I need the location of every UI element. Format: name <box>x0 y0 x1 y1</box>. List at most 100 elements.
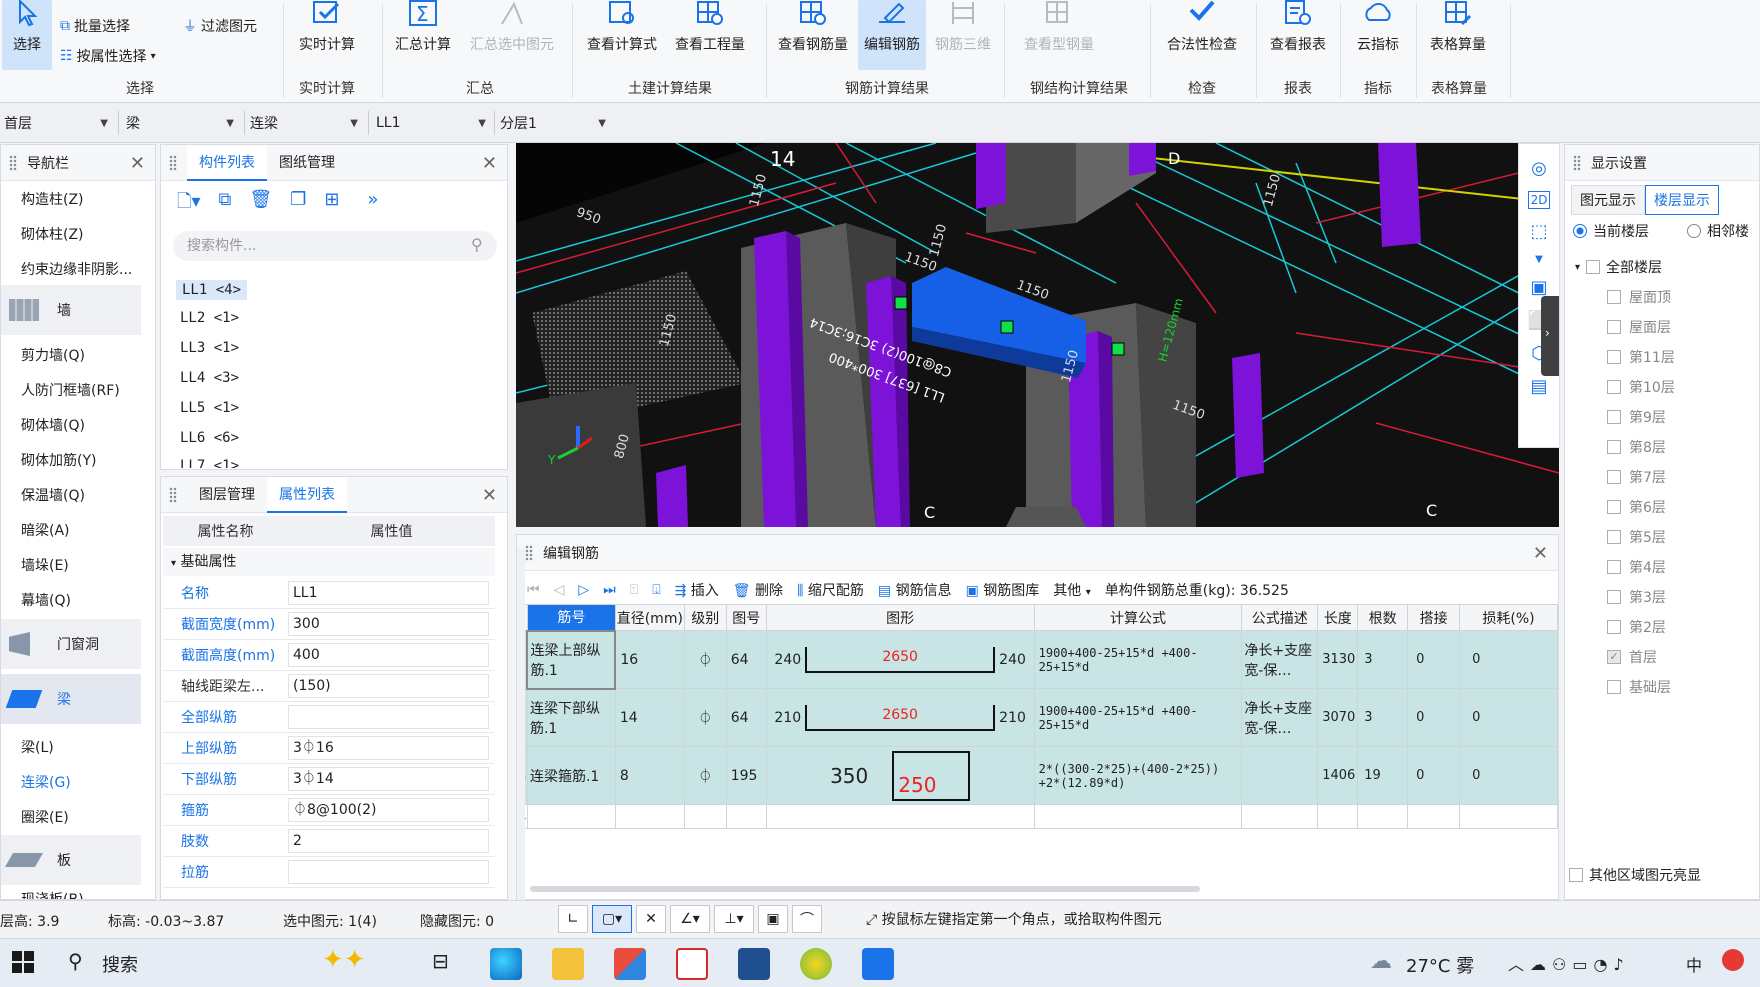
radio-current-floor[interactable]: 当前楼层 <box>1573 221 1649 241</box>
layer-copy-icon[interactable]: ⊞ <box>324 189 339 219</box>
tab-drawing-management[interactable]: 图纸管理 <box>267 145 347 181</box>
floor-item[interactable]: 第5层 <box>1607 527 1666 547</box>
rebar-name-cell[interactable]: 连梁下部纵筋.1 <box>526 688 616 747</box>
property-row[interactable]: 截面宽度(mm) 300 <box>163 609 495 640</box>
component-search-input[interactable]: 搜索构件... <box>173 231 497 261</box>
view-report-button[interactable]: 查看报表 <box>1262 0 1334 70</box>
nav-category-door[interactable]: 门窗洞 <box>1 619 141 669</box>
col-header[interactable]: 公式描述 <box>1241 604 1319 631</box>
nav-category-wall[interactable]: 墙 <box>1 285 141 335</box>
wps-icon[interactable] <box>676 948 708 980</box>
cloud-index-button[interactable]: 云指标 <box>1346 0 1410 70</box>
radio-adjacent-floor[interactable]: 相邻楼 <box>1687 221 1749 241</box>
ime-indicator[interactable]: 中 <box>1686 952 1702 976</box>
diameter-cell[interactable]: 8 <box>614 746 685 805</box>
checkbox[interactable] <box>1586 260 1601 274</box>
figure-cell[interactable]: 195 <box>725 746 767 805</box>
shape-cell[interactable] <box>765 804 1035 829</box>
list-item[interactable]: LL2 <1> <box>180 310 239 326</box>
checkbox[interactable]: ✓ <box>1607 650 1621 664</box>
shape-cell[interactable]: 240 2650 240 <box>765 630 1035 689</box>
nav-item[interactable]: 砌体柱(Z) <box>21 224 84 244</box>
formula-cell[interactable]: 1900+400-25+15*d +400-25+15*d <box>1033 630 1243 689</box>
nav-item[interactable]: 构造柱(Z) <box>21 189 84 209</box>
nav-item[interactable]: 人防门框墙(RF) <box>21 380 120 400</box>
sparkle-icon[interactable]: ✦✦ <box>322 945 366 975</box>
search-icon[interactable]: ⚲ <box>471 235 483 254</box>
lap-cell[interactable]: 0 <box>1407 688 1461 747</box>
desc-cell[interactable] <box>1241 804 1319 829</box>
table-calc-button[interactable]: 表格算量 <box>1422 0 1494 70</box>
length-cell[interactable]: 3130 <box>1317 630 1359 689</box>
list-item[interactable]: LL1 <4> <box>176 280 248 300</box>
checkbox[interactable] <box>1607 500 1621 514</box>
floor-item[interactable]: 第11层 <box>1607 347 1675 367</box>
checkbox[interactable] <box>1607 470 1621 484</box>
figure-cell[interactable]: 64 <box>725 688 767 747</box>
table-row[interactable]: 1连梁上部纵筋.116⏀6424026502401900+400-25+15*d… <box>517 629 1558 690</box>
checkbox[interactable] <box>1607 590 1621 604</box>
floor-item[interactable]: 基础层 <box>1607 677 1671 697</box>
vertical-scrollbar[interactable] <box>517 548 525 900</box>
checkbox[interactable] <box>1607 410 1621 424</box>
windows-start-icon[interactable] <box>12 951 34 973</box>
property-row[interactable]: 全部纵筋 <box>163 702 495 733</box>
drag-handle-icon[interactable] <box>9 154 17 171</box>
tab-component-list[interactable]: 构件列表 <box>187 144 267 181</box>
floor-item[interactable]: 第9层 <box>1607 407 1666 427</box>
table-row[interactable]: 3连梁箍筋.18⏀1953502502*((300-2*25)+(400-2*2… <box>517 746 1558 805</box>
ortho-icon[interactable]: ∟ <box>558 905 588 933</box>
list-item[interactable]: LL3 <1> <box>180 340 239 356</box>
property-row[interactable]: 上部纵筋 3⏀16 <box>163 733 495 764</box>
floor-item[interactable]: 屋面顶 <box>1607 287 1671 307</box>
nav-category-slab[interactable]: 板 <box>1 835 141 885</box>
drag-handle-icon[interactable] <box>169 486 177 503</box>
close-icon[interactable]: ✕ <box>1533 543 1548 564</box>
highlight-other-area[interactable]: 其他区域图元亮显 <box>1569 865 1701 885</box>
nav-item[interactable]: 约束边缘非阴影... <box>21 259 145 279</box>
property-value-input[interactable]: LL1 <box>288 581 489 605</box>
checkbox[interactable] <box>1607 290 1621 304</box>
layer-select[interactable]: 分层1 ▼ <box>496 111 612 135</box>
insert-button[interactable]: ⇶ 插入 <box>675 580 719 600</box>
task-view-icon[interactable]: ⊟ <box>432 949 449 973</box>
shape-cell[interactable]: 210 2650 210 <box>765 688 1035 747</box>
filter-button[interactable]: ⏚ 过滤图元 <box>183 16 257 36</box>
lap-cell[interactable]: 0 <box>1407 630 1461 689</box>
nav-item-beam[interactable]: 梁(L) <box>21 737 54 757</box>
property-value-input[interactable]: 300 <box>288 612 489 636</box>
copy-icon[interactable]: ⧉ <box>219 189 232 219</box>
move-down-icon[interactable]: ⍗ <box>652 582 660 598</box>
notification-icon[interactable] <box>1722 949 1744 971</box>
loss-cell[interactable]: 0 <box>1459 630 1558 689</box>
tray-icons[interactable]: ︿☁⚇▭◔♪ <box>1508 951 1630 975</box>
close-icon[interactable]: ✕ <box>130 153 145 174</box>
col-header[interactable]: 搭接 <box>1407 604 1461 631</box>
summary-selected-button[interactable]: 汇总选中图元 <box>464 0 560 70</box>
desc-cell[interactable]: 净长+支座宽-保… <box>1241 630 1319 689</box>
tab-element-display[interactable]: 图元显示 <box>1571 185 1645 215</box>
new-component-icon[interactable]: 🗋▾ <box>177 189 201 219</box>
col-header[interactable]: 损耗(%) <box>1459 604 1558 631</box>
realtime-calc-button[interactable]: 实时计算 <box>290 0 364 70</box>
rebar-library-button[interactable]: ▣ 钢筋图库 <box>966 580 1040 600</box>
tab-property-list[interactable]: 属性列表 <box>267 477 347 513</box>
property-value-input[interactable]: 400 <box>288 643 489 667</box>
prev-icon[interactable]: ◁ <box>554 582 565 598</box>
count-cell[interactable]: 3 <box>1357 688 1409 747</box>
angle-snap-icon[interactable]: ∠▾ <box>670 905 710 933</box>
grade-cell[interactable] <box>683 804 727 829</box>
floor-item[interactable]: 第4层 <box>1607 557 1666 577</box>
nav-item[interactable]: 砌体墙(Q) <box>21 415 85 435</box>
delete-icon[interactable]: 🗑 <box>249 189 272 219</box>
grade-cell[interactable]: ⏀ <box>683 688 727 747</box>
property-row[interactable]: 截面高度(mm) 400 <box>163 640 495 671</box>
search-icon[interactable]: ⚲ <box>68 949 83 973</box>
length-cell[interactable]: 3070 <box>1317 688 1359 747</box>
property-group-basic[interactable]: ▾ 基础属性 <box>163 548 495 576</box>
taskbar-search[interactable]: 搜索 <box>102 951 138 977</box>
floor-item[interactable]: 第6层 <box>1607 497 1666 517</box>
list-item[interactable]: LL6 <6> <box>180 430 239 446</box>
count-cell[interactable]: 19 <box>1357 746 1409 805</box>
store-icon[interactable] <box>614 948 646 980</box>
